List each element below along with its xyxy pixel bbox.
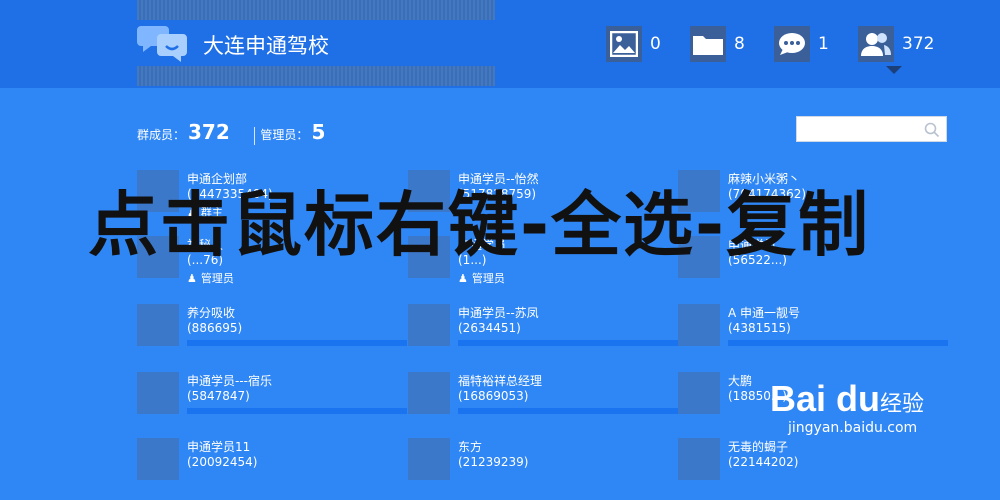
member-qq: (22144202) [728, 455, 799, 469]
group-header: 大连申通驾校 0 8 1 372 [0, 0, 1000, 88]
member-role-label: 管理员 [471, 272, 505, 285]
member-name: A 申通一靓号 [728, 306, 801, 320]
header-stripe-top [137, 0, 495, 20]
folder-icon [690, 26, 726, 62]
member-role-label: 管理员 [200, 272, 234, 285]
header-stripe-bottom [137, 66, 495, 86]
group-logo-icon [137, 26, 187, 62]
member-card[interactable]: 福特裕祥总经理 (16869053) [408, 372, 678, 434]
files-count: 8 [734, 34, 745, 54]
avatar [408, 438, 450, 480]
baidu-watermark: Bai du 经验 jingyan.baidu.com [770, 360, 990, 440]
admin-icon: ♟ [187, 271, 197, 285]
avatar [678, 304, 720, 346]
members-stat[interactable]: 372 [858, 22, 934, 66]
admins-label: 管理员： [260, 128, 309, 142]
avatar [137, 372, 179, 414]
avatar [408, 372, 450, 414]
summary-divider [253, 126, 255, 145]
member-card[interactable]: 养分吸收 (886695) [137, 304, 407, 366]
member-card[interactable]: 申通学员11 (20092454) [137, 438, 407, 500]
members-total: 372 [188, 120, 230, 144]
instruction-overlay: 点击鼠标右键-全选-复制 [88, 184, 871, 266]
messages-stat[interactable]: 1 [774, 22, 829, 66]
member-name: 大鹏 [728, 374, 753, 388]
member-qq: (16869053) [458, 389, 529, 403]
users-icon [858, 26, 894, 62]
member-role: ♟ 管理员 [458, 270, 505, 286]
member-qq: (886695) [187, 321, 243, 335]
active-tab-caret [886, 66, 902, 74]
search-icon [924, 122, 940, 138]
member-card[interactable]: 申通学员---宿乐 (5847847) [137, 372, 407, 434]
member-qq: (4381515) [728, 321, 791, 335]
chat-icon [774, 26, 810, 62]
messages-count: 1 [818, 34, 829, 54]
group-stats: 0 8 1 372 [590, 22, 950, 66]
avatar [408, 304, 450, 346]
avatar [678, 438, 720, 480]
member-search-input[interactable] [796, 116, 947, 142]
member-role: ♟ 管理员 [187, 270, 234, 286]
member-name: 申通学员--苏凤 [458, 306, 539, 320]
member-card[interactable]: 无毒的蝎子 (22144202) [678, 438, 948, 500]
row-separator [187, 408, 407, 414]
row-separator [458, 340, 678, 346]
member-card[interactable]: 东方 (21239239) [408, 438, 678, 500]
row-separator [458, 408, 678, 414]
member-qq: (21239239) [458, 455, 529, 469]
member-qq: (5847847) [187, 389, 250, 403]
row-separator [728, 340, 948, 346]
member-name: 申通学员---宿乐 [187, 374, 272, 388]
members-count: 372 [902, 34, 935, 54]
row-separator [187, 340, 407, 346]
member-qq: (20092454) [187, 455, 258, 469]
avatar [678, 372, 720, 414]
photos-stat[interactable]: 0 [606, 22, 661, 66]
admins-total: 5 [311, 120, 326, 144]
member-card[interactable]: A 申通一靓号 (4381515) [678, 304, 948, 366]
watermark-url: jingyan.baidu.com [788, 420, 918, 436]
members-label: 群成员： [137, 128, 186, 142]
group-name: 大连申通驾校 [203, 34, 329, 58]
member-name: 福特裕祥总经理 [458, 374, 543, 388]
admin-icon: ♟ [458, 271, 468, 285]
watermark-text: 经验 [880, 392, 925, 417]
member-name: 东方 [458, 440, 483, 454]
avatar [137, 304, 179, 346]
member-name: 申通学员11 [187, 440, 251, 454]
member-card[interactable]: 申通学员--苏凤 (2634451) [408, 304, 678, 366]
photos-count: 0 [650, 34, 661, 54]
member-name: 无毒的蝎子 [728, 440, 789, 454]
member-qq: (2634451) [458, 321, 521, 335]
avatar [137, 438, 179, 480]
image-icon [606, 26, 642, 62]
watermark-logo: Bai du [770, 378, 881, 419]
member-name: 养分吸收 [187, 306, 236, 320]
member-summary: 群成员： 372 管理员： 5 [137, 120, 325, 145]
files-stat[interactable]: 8 [690, 22, 745, 66]
